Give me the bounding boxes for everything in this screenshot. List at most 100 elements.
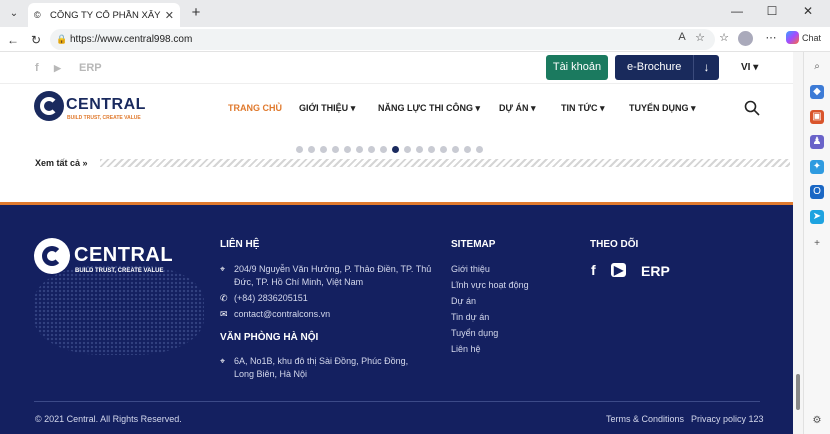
privacy-link[interactable]: Privacy policy 123 <box>691 414 764 424</box>
web-page: f ▶ ERP Tài khoản e-Brochure ↓ VI ▾ CENT… <box>0 52 793 434</box>
copilot-sidebar-icon[interactable]: ✦ <box>810 160 824 174</box>
location-pin-icon: ⌖ <box>220 356 226 366</box>
nav-about[interactable]: GIỚI THIỆU ▾ <box>299 103 355 114</box>
sitemap-link[interactable]: Giới thiệu <box>451 264 490 274</box>
carousel-dot[interactable] <box>332 146 339 153</box>
site-info-icon[interactable]: 🔒 <box>56 29 67 50</box>
nav-projects[interactable]: DỰ ÁN ▾ <box>499 103 536 114</box>
nav-careers[interactable]: TUYỂN DỤNG ▾ <box>629 103 696 114</box>
carousel-dot[interactable] <box>308 146 315 153</box>
carousel-dot[interactable] <box>440 146 447 153</box>
back-arrow-icon[interactable]: ← <box>4 31 22 49</box>
carousel-dot[interactable] <box>428 146 435 153</box>
send-icon[interactable]: ➤ <box>810 210 824 224</box>
account-button[interactable]: Tài khoản <box>546 55 608 80</box>
sitemap-link[interactable]: Tuyển dụng <box>451 328 498 338</box>
browser-tab[interactable]: © CÔNG TY CỔ PHẦN XÂY DỰNG CE ✕ <box>28 3 180 27</box>
carousel-dot[interactable] <box>452 146 459 153</box>
maximize-icon[interactable]: ☐ <box>762 4 782 18</box>
carousel-pagination <box>296 146 483 154</box>
location-pin-icon: ⌖ <box>220 264 226 274</box>
sitemap-link[interactable]: Liên hệ <box>451 344 481 354</box>
hanoi-address: 6A, No1B, khu đô thị Sài Đồng, Phúc Đồng… <box>234 356 409 379</box>
sitemap-link[interactable]: Tin dự án <box>451 312 489 322</box>
central-logo-mark-icon <box>34 91 64 121</box>
footer-logo-tagline: BUILD TRUST, CREATE VALUE <box>75 268 164 274</box>
address-bar[interactable]: 🔒 https://www.central998.com <box>50 29 715 50</box>
refresh-icon[interactable]: ↻ <box>27 31 45 49</box>
footer-logo[interactable]: CENTRAL BUILD TRUST, CREATE VALUE <box>34 238 184 278</box>
outlook-icon[interactable]: O <box>810 185 824 199</box>
minimize-icon[interactable]: — <box>727 4 747 18</box>
carousel-dot[interactable] <box>356 146 363 153</box>
e-brochure-label: e-Brochure <box>627 61 682 73</box>
email-icon: ✉ <box>220 309 228 319</box>
copyright-text: © 2021 Central. All Rights Reserved. <box>35 414 182 424</box>
browser-tabstrip: ⌄ © CÔNG TY CỔ PHẦN XÂY DỰNG CE ✕ + — ☐ … <box>0 0 830 27</box>
carousel-dot[interactable] <box>476 146 483 153</box>
carousel-dot[interactable] <box>380 146 387 153</box>
top-utility-bar: f ▶ ERP Tài khoản e-Brochure ↓ VI ▾ <box>0 52 793 84</box>
copilot-chat-button[interactable]: Chat <box>786 31 821 44</box>
footer-logo-mark-icon <box>34 238 70 274</box>
scrollbar-thumb[interactable] <box>796 374 800 410</box>
carousel-dot[interactable] <box>344 146 351 153</box>
language-selector[interactable]: VI ▾ <box>741 62 758 73</box>
favorites-icon[interactable]: ☆ <box>716 31 732 44</box>
footer-erp-link[interactable]: ERP <box>641 263 670 279</box>
carousel-dot[interactable] <box>392 146 399 153</box>
terms-link[interactable]: Terms & Conditions <box>606 414 684 424</box>
central-logo[interactable]: CENTRAL BUILD TRUST, CREATE VALUE <box>34 91 145 125</box>
nav-news[interactable]: TIN TỨC ▾ <box>561 103 605 114</box>
sitemap-link[interactable]: Dự án <box>451 296 476 306</box>
site-favicon-icon: © <box>34 10 41 20</box>
add-sidebar-icon[interactable]: + <box>810 237 824 251</box>
sitemap-link[interactable]: Lĩnh vực hoạt động <box>451 280 529 290</box>
site-header: CENTRAL BUILD TRUST, CREATE VALUE TRANG … <box>0 85 793 133</box>
nav-capability[interactable]: NĂNG LỰC THI CÔNG ▾ <box>378 103 480 114</box>
phone-number[interactable]: (+84) 2836205151 <box>234 292 308 305</box>
profile-avatar-icon[interactable] <box>738 31 753 46</box>
decorative-hatch-divider <box>100 159 790 167</box>
see-all-link[interactable]: Xem tất cả » <box>35 158 88 168</box>
read-aloud-icon[interactable]: A <box>674 31 690 43</box>
carousel-dot[interactable] <box>416 146 423 153</box>
more-menu-icon[interactable]: ⋯ <box>763 31 779 44</box>
nav-home[interactable]: TRANG CHỦ <box>228 103 282 113</box>
shopping-tag-icon[interactable]: ◆ <box>810 85 824 99</box>
email-address[interactable]: contact@contralcons.vn <box>234 308 330 321</box>
new-tab-button[interactable]: + <box>187 4 205 22</box>
youtube-icon[interactable]: ▶ <box>54 63 61 74</box>
carousel-dot[interactable] <box>320 146 327 153</box>
carousel-dot[interactable] <box>296 146 303 153</box>
sitemap-heading: SITEMAP <box>451 239 496 250</box>
contact-heading: LIÊN HỆ <box>220 239 260 250</box>
close-tab-icon[interactable]: ✕ <box>165 9 174 22</box>
favorite-star-icon[interactable]: ☆ <box>692 31 708 44</box>
footer-youtube-icon[interactable]: ▶ <box>611 263 627 277</box>
carousel-dot[interactable] <box>464 146 471 153</box>
hanoi-office-heading: VĂN PHÒNG HÀ NỘI <box>220 332 319 343</box>
close-window-icon[interactable]: ✕ <box>798 4 818 18</box>
carousel-dot[interactable] <box>404 146 411 153</box>
toolbox-icon[interactable]: ▣ <box>810 110 824 124</box>
e-brochure-button[interactable]: e-Brochure ↓ <box>615 55 719 80</box>
site-footer: CENTRAL BUILD TRUST, CREATE VALUE LIÊN H… <box>0 202 793 434</box>
search-icon[interactable] <box>744 100 760 116</box>
games-icon[interactable]: ♟ <box>810 135 824 149</box>
erp-link[interactable]: ERP <box>79 62 102 74</box>
tab-title: CÔNG TY CỔ PHẦN XÂY DỰNG CE <box>50 9 161 21</box>
follow-heading: THEO DÕI <box>590 239 639 250</box>
settings-gear-icon[interactable]: ⚙ <box>810 414 824 428</box>
download-arrow-icon: ↓ <box>693 55 719 80</box>
footer-facebook-icon[interactable]: f <box>591 262 596 278</box>
world-map-dots <box>34 265 204 355</box>
search-sidebar-icon[interactable]: ⌕ <box>810 60 824 74</box>
logo-tagline: BUILD TRUST, CREATE VALUE <box>67 115 141 121</box>
hq-address: 204/9 Nguyễn Văn Hưởng, P. Thảo Điền, TP… <box>234 264 432 287</box>
tab-actions-chevron-icon[interactable]: ⌄ <box>4 4 24 22</box>
page-scrollbar[interactable] <box>793 52 803 434</box>
facebook-icon[interactable]: f <box>35 62 39 74</box>
carousel-dot[interactable] <box>368 146 375 153</box>
address-url: https://www.central998.com <box>70 34 193 45</box>
